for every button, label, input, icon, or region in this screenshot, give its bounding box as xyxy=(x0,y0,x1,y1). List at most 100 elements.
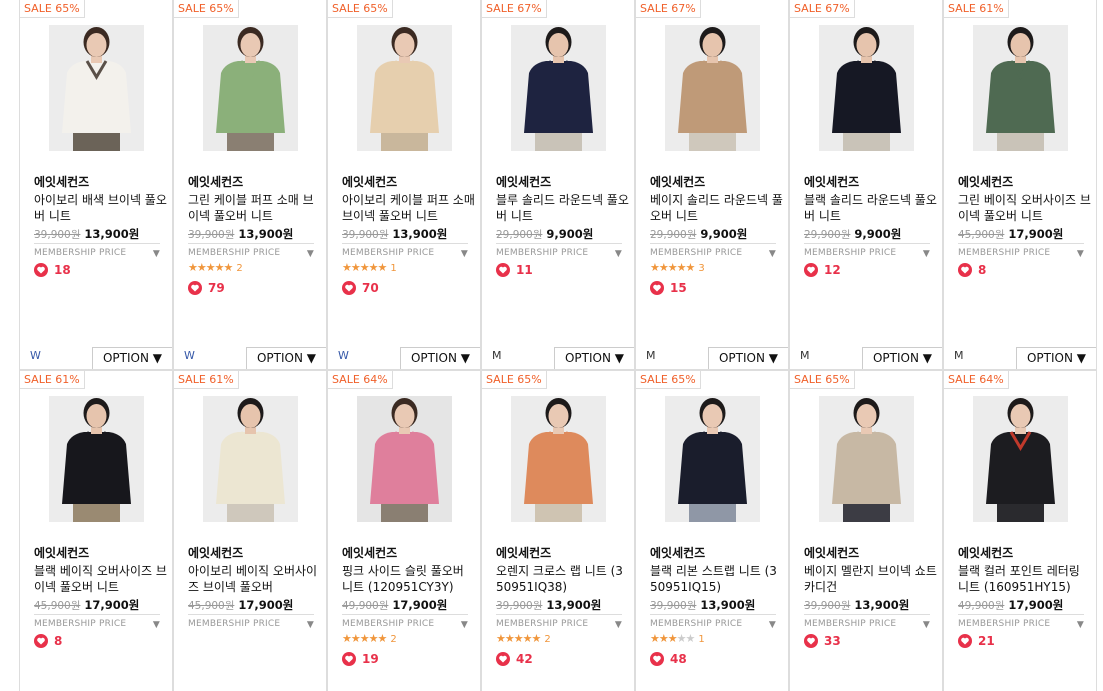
option-button[interactable]: OPTION ▼ xyxy=(400,347,480,369)
product-name[interactable]: 오렌지 크로스 랩 니트 (350951IQ38) xyxy=(496,564,630,595)
heart-icon[interactable] xyxy=(34,634,48,648)
like-count[interactable]: 42 xyxy=(496,652,533,666)
membership-price-toggle[interactable]: MEMBERSHIP PRICE ▼ xyxy=(650,243,776,259)
membership-price-toggle[interactable]: MEMBERSHIP PRICE ▼ xyxy=(34,614,160,630)
membership-price-toggle[interactable]: MEMBERSHIP PRICE ▼ xyxy=(650,614,776,630)
heart-icon[interactable] xyxy=(804,263,818,277)
product-card[interactable]: SALE 67% 에잇세컨즈 베이지 솔리드 라운드넥 풀오버 니트 29,900원 9… xyxy=(635,0,789,370)
product-image[interactable] xyxy=(357,25,452,151)
membership-price-toggle[interactable]: MEMBERSHIP PRICE ▼ xyxy=(342,243,468,259)
heart-icon[interactable] xyxy=(496,263,510,277)
product-name[interactable]: 그린 베이직 오버사이즈 브이넥 풀오버 니트 xyxy=(958,193,1092,224)
product-card[interactable]: SALE 64% 에잇세컨즈 핑크 사이드 슬릿 풀오버 니트 (120951CY3… xyxy=(327,370,481,691)
brand-name[interactable]: 에잇세컨즈 xyxy=(496,173,551,190)
product-card[interactable]: SALE 61% 에잇세컨즈 블랙 베이직 오버사이즈 브이넥 풀오버 니트 45,9… xyxy=(19,370,173,691)
product-image[interactable] xyxy=(357,396,452,522)
heart-icon[interactable] xyxy=(496,652,510,666)
product-image[interactable] xyxy=(203,396,298,522)
membership-price-toggle[interactable]: MEMBERSHIP PRICE ▼ xyxy=(958,614,1084,630)
heart-icon[interactable] xyxy=(958,634,972,648)
option-button[interactable]: OPTION ▼ xyxy=(1016,347,1096,369)
membership-price-toggle[interactable]: MEMBERSHIP PRICE ▼ xyxy=(34,243,160,259)
membership-price-toggle[interactable]: MEMBERSHIP PRICE ▼ xyxy=(804,614,930,630)
brand-name[interactable]: 에잇세컨즈 xyxy=(188,173,243,190)
brand-name[interactable]: 에잇세컨즈 xyxy=(958,173,1013,190)
brand-name[interactable]: 에잇세컨즈 xyxy=(650,544,705,561)
heart-icon[interactable] xyxy=(342,652,356,666)
like-count[interactable]: 8 xyxy=(34,634,62,648)
product-image[interactable] xyxy=(665,396,760,522)
product-card[interactable]: SALE 65% 에잇세컨즈 오렌지 크로스 랩 니트 (350951IQ38) 39… xyxy=(481,370,635,691)
like-count[interactable]: 11 xyxy=(496,263,533,277)
product-name[interactable]: 블랙 컬러 포인트 레터링 니트 (160951HY15) xyxy=(958,564,1092,595)
like-count[interactable]: 18 xyxy=(34,263,71,277)
product-image[interactable] xyxy=(49,396,144,522)
membership-price-toggle[interactable]: MEMBERSHIP PRICE ▼ xyxy=(496,243,622,259)
brand-name[interactable]: 에잇세컨즈 xyxy=(496,544,551,561)
like-count[interactable]: 8 xyxy=(958,263,986,277)
product-card[interactable]: SALE 65% 에잇세컨즈 블랙 리본 스트랩 니트 (350951IQ15) 39… xyxy=(635,370,789,691)
membership-price-toggle[interactable]: MEMBERSHIP PRICE ▼ xyxy=(188,614,314,630)
product-card[interactable]: SALE 65% 에잇세컨즈 아이보리 케이블 퍼프 소매 브이넥 풀오버 니트 39… xyxy=(327,0,481,370)
product-image[interactable] xyxy=(665,25,760,151)
brand-name[interactable]: 에잇세컨즈 xyxy=(804,173,859,190)
like-count[interactable]: 48 xyxy=(650,652,687,666)
product-name[interactable]: 블루 솔리드 라운드넥 풀오버 니트 xyxy=(496,193,630,224)
product-name[interactable]: 그린 케이블 퍼프 소매 브이넥 풀오버 니트 xyxy=(188,193,322,224)
option-button[interactable]: OPTION ▼ xyxy=(246,347,326,369)
membership-price-toggle[interactable]: MEMBERSHIP PRICE ▼ xyxy=(188,243,314,259)
brand-name[interactable]: 에잇세컨즈 xyxy=(804,544,859,561)
option-button[interactable]: OPTION ▼ xyxy=(708,347,788,369)
product-card[interactable]: SALE 67% 에잇세컨즈 블랙 솔리드 라운드넥 풀오버 니트 29,900원 9,… xyxy=(789,0,943,370)
like-count[interactable]: 33 xyxy=(804,634,841,648)
membership-price-toggle[interactable]: MEMBERSHIP PRICE ▼ xyxy=(958,243,1084,259)
option-button[interactable]: OPTION ▼ xyxy=(554,347,634,369)
product-name[interactable]: 핑크 사이드 슬릿 풀오버 니트 (120951CY3Y) xyxy=(342,564,476,595)
brand-name[interactable]: 에잇세컨즈 xyxy=(342,173,397,190)
product-name[interactable]: 베이지 멜란지 브이넥 쇼트 카디건 xyxy=(804,564,938,595)
option-button[interactable]: OPTION ▼ xyxy=(862,347,942,369)
product-image[interactable] xyxy=(973,25,1068,151)
product-image[interactable] xyxy=(819,25,914,151)
product-card[interactable]: SALE 65% 에잇세컨즈 베이지 멜란지 브이넥 쇼트 카디건 39,900원 13… xyxy=(789,370,943,691)
like-count[interactable]: 70 xyxy=(342,281,379,295)
membership-price-toggle[interactable]: MEMBERSHIP PRICE ▼ xyxy=(804,243,930,259)
product-name[interactable]: 블랙 솔리드 라운드넥 풀오버 니트 xyxy=(804,193,938,224)
heart-icon[interactable] xyxy=(804,634,818,648)
heart-icon[interactable] xyxy=(650,652,664,666)
brand-name[interactable]: 에잇세컨즈 xyxy=(34,173,89,190)
like-count[interactable]: 21 xyxy=(958,634,995,648)
like-count[interactable]: 19 xyxy=(342,652,379,666)
product-card[interactable]: SALE 61% 에잇세컨즈 아이보리 베이직 오버사이즈 브이넥 풀오버 45,90… xyxy=(173,370,327,691)
heart-icon[interactable] xyxy=(34,263,48,277)
product-name[interactable]: 아이보리 베이직 오버사이즈 브이넥 풀오버 xyxy=(188,564,322,595)
option-button[interactable]: OPTION ▼ xyxy=(92,347,172,369)
like-count[interactable]: 15 xyxy=(650,281,687,295)
product-image[interactable] xyxy=(203,25,298,151)
product-card[interactable]: SALE 64% 에잇세컨즈 블랙 컬러 포인트 레터링 니트 (160951HY1… xyxy=(943,370,1097,691)
brand-name[interactable]: 에잇세컨즈 xyxy=(650,173,705,190)
product-card[interactable]: SALE 65% 에잇세컨즈 아이보리 배색 브이넥 풀오버 니트 39,900원 13… xyxy=(19,0,173,370)
product-name[interactable]: 블랙 리본 스트랩 니트 (350951IQ15) xyxy=(650,564,784,595)
like-count[interactable]: 79 xyxy=(188,281,225,295)
product-image[interactable] xyxy=(819,396,914,522)
product-image[interactable] xyxy=(511,25,606,151)
product-card[interactable]: SALE 61% 에잇세컨즈 그린 베이직 오버사이즈 브이넥 풀오버 니트 45,9… xyxy=(943,0,1097,370)
brand-name[interactable]: 에잇세컨즈 xyxy=(34,544,89,561)
brand-name[interactable]: 에잇세컨즈 xyxy=(342,544,397,561)
heart-icon[interactable] xyxy=(342,281,356,295)
brand-name[interactable]: 에잇세컨즈 xyxy=(188,544,243,561)
like-count[interactable]: 12 xyxy=(804,263,841,277)
product-image[interactable] xyxy=(973,396,1068,522)
product-image[interactable] xyxy=(511,396,606,522)
product-card[interactable]: SALE 67% 에잇세컨즈 블루 솔리드 라운드넥 풀오버 니트 29,900원 9,… xyxy=(481,0,635,370)
membership-price-toggle[interactable]: MEMBERSHIP PRICE ▼ xyxy=(342,614,468,630)
product-name[interactable]: 블랙 베이직 오버사이즈 브이넥 풀오버 니트 xyxy=(34,564,168,595)
product-card[interactable]: SALE 65% 에잇세컨즈 그린 케이블 퍼프 소매 브이넥 풀오버 니트 39,9… xyxy=(173,0,327,370)
product-name[interactable]: 아이보리 케이블 퍼프 소매 브이넥 풀오버 니트 xyxy=(342,193,476,224)
heart-icon[interactable] xyxy=(650,281,664,295)
product-name[interactable]: 아이보리 배색 브이넥 풀오버 니트 xyxy=(34,193,168,224)
membership-price-toggle[interactable]: MEMBERSHIP PRICE ▼ xyxy=(496,614,622,630)
brand-name[interactable]: 에잇세컨즈 xyxy=(958,544,1013,561)
product-name[interactable]: 베이지 솔리드 라운드넥 풀오버 니트 xyxy=(650,193,784,224)
